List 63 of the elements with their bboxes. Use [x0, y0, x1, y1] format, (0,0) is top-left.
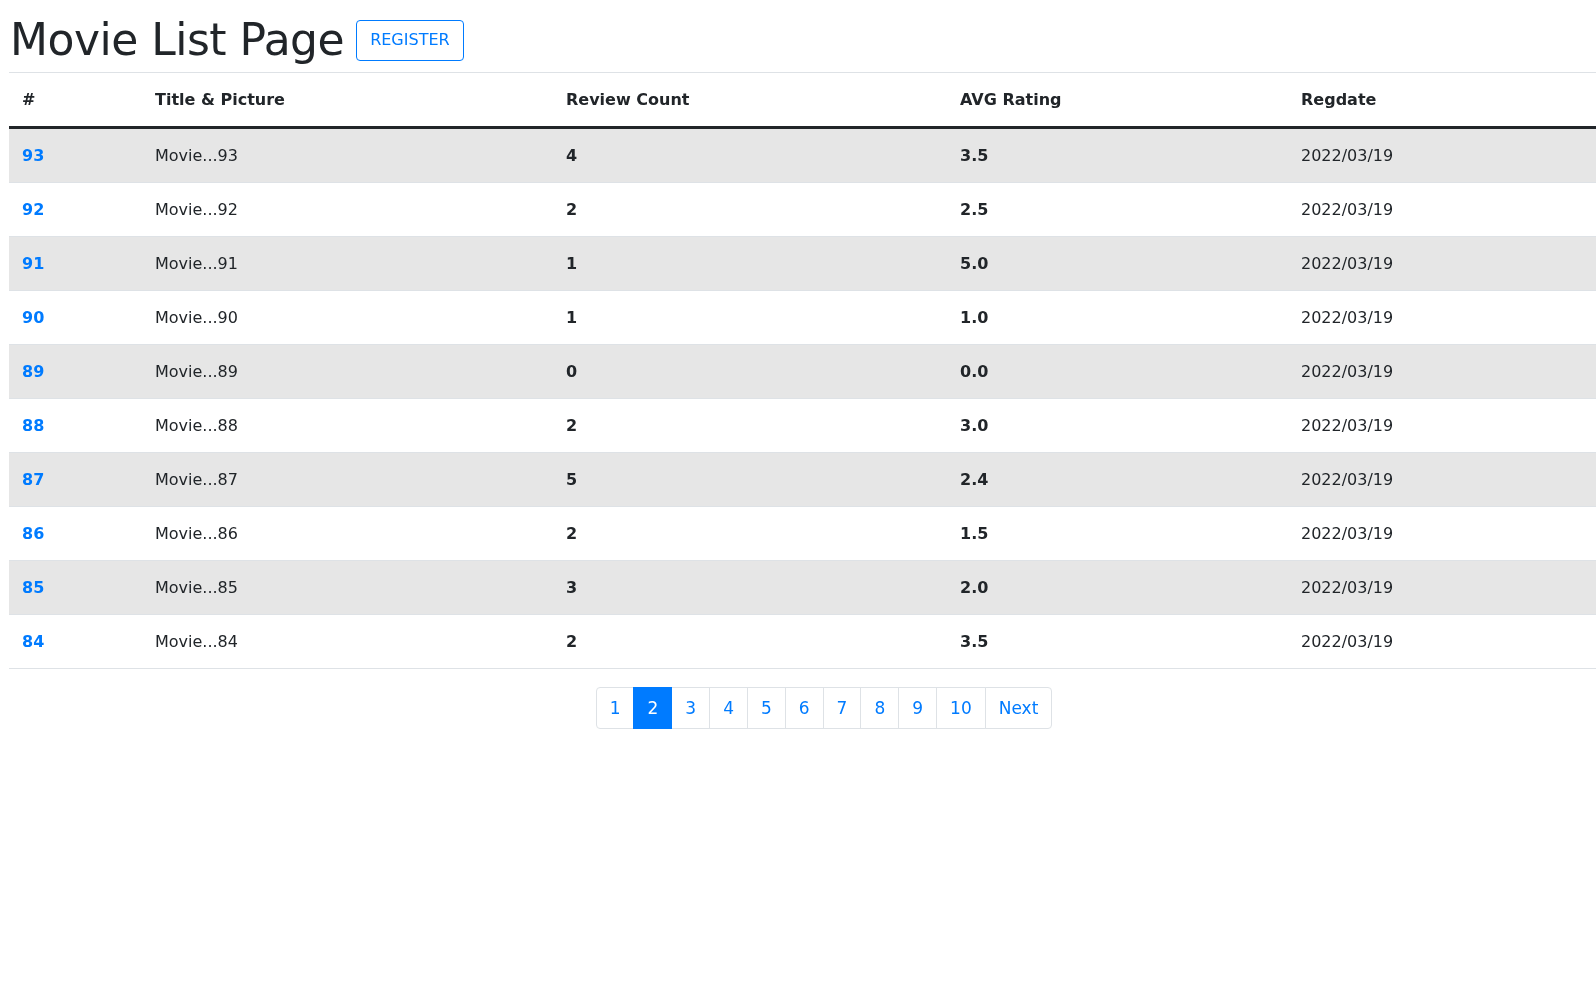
movie-title: Movie...92: [155, 200, 238, 220]
review-count: 0: [566, 362, 578, 382]
regdate: 2022/03/19: [1301, 470, 1394, 490]
movie-title: Movie...93: [155, 146, 238, 166]
page-link[interactable]: 4: [709, 687, 748, 730]
avg-rating: 3.5: [960, 632, 989, 652]
movie-id-link[interactable]: 89: [22, 362, 45, 382]
movie-title: Movie...86: [155, 524, 238, 544]
regdate: 2022/03/19: [1301, 416, 1394, 436]
regdate: 2022/03/19: [1301, 524, 1394, 544]
movie-title: Movie...90: [155, 308, 238, 328]
review-count: 2: [566, 632, 578, 652]
review-count: 1: [566, 254, 578, 274]
movie-title: Movie...85: [155, 578, 238, 598]
avg-rating: 2.4: [960, 470, 989, 490]
movie-id-link[interactable]: 84: [22, 632, 45, 652]
avg-rating: 5.0: [960, 254, 989, 274]
avg-rating: 3.0: [960, 416, 989, 436]
avg-rating: 1.5: [960, 524, 989, 544]
avg-rating: 2.5: [960, 200, 989, 220]
movie-id-link[interactable]: 90: [22, 308, 45, 328]
movie-id-link[interactable]: 87: [22, 470, 45, 490]
review-count: 2: [566, 200, 578, 220]
movie-id-link[interactable]: 88: [22, 416, 45, 436]
movie-title: Movie...88: [155, 416, 238, 436]
review-count: 1: [566, 308, 578, 328]
movie-id-link[interactable]: 86: [22, 524, 45, 544]
movie-id-link[interactable]: 91: [22, 254, 45, 274]
page-link[interactable]: 10: [936, 687, 986, 730]
movie-title: Movie...91: [155, 254, 238, 274]
avg-rating: 0.0: [960, 362, 989, 382]
page-link[interactable]: 5: [746, 687, 786, 730]
page-link[interactable]: Next: [984, 687, 1053, 730]
page-link[interactable]: 3: [671, 687, 711, 730]
regdate: 2022/03/19: [1301, 146, 1394, 166]
page-link[interactable]: 9: [898, 687, 938, 730]
regdate: 2022/03/19: [1301, 578, 1394, 598]
movie-id-link[interactable]: 93: [22, 146, 45, 166]
regdate: 2022/03/19: [1301, 362, 1394, 382]
movie-title: Movie...89: [155, 362, 238, 382]
avg-rating: 3.5: [960, 146, 989, 166]
regdate: 2022/03/19: [1301, 254, 1394, 274]
review-count: 2: [566, 416, 578, 436]
page-link[interactable]: 1: [595, 687, 635, 730]
register-button[interactable]: REGISTER: [356, 19, 464, 61]
avg-rating: 1.0: [960, 308, 989, 328]
review-count: 3: [566, 578, 578, 598]
review-count: 5: [566, 470, 578, 490]
page-link[interactable]: 7: [822, 687, 862, 730]
movie-id-link[interactable]: 92: [22, 200, 45, 220]
page-link[interactable]: 6: [784, 687, 824, 730]
movie-title: Movie...84: [155, 632, 238, 652]
page-link[interactable]: 8: [860, 687, 900, 730]
regdate: 2022/03/19: [1301, 632, 1394, 652]
regdate: 2022/03/19: [1301, 308, 1394, 328]
page-title: Movie List Page: [10, 16, 345, 65]
movie-id-link[interactable]: 85: [22, 578, 45, 598]
movie-title: Movie...87: [155, 470, 238, 490]
review-count: 2: [566, 524, 578, 544]
regdate: 2022/03/19: [1301, 200, 1394, 220]
review-count: 4: [566, 146, 578, 166]
avg-rating: 2.0: [960, 578, 989, 598]
page-link[interactable]: 2: [633, 687, 673, 730]
